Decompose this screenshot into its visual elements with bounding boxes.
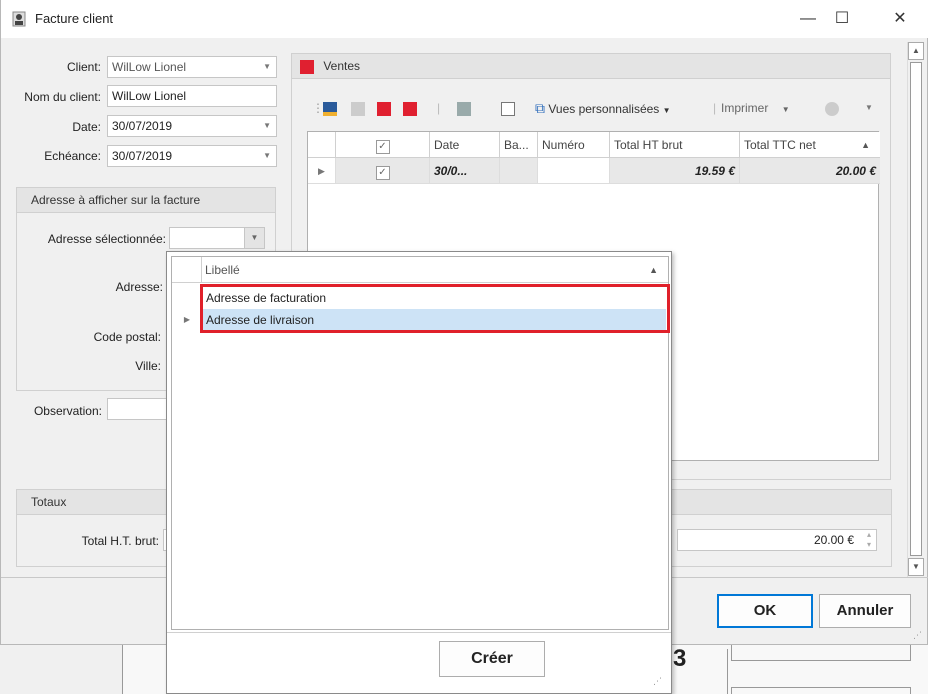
chevron-down-icon: ▼: [263, 121, 271, 130]
ville-label: Ville:: [135, 359, 161, 373]
bg-field: [731, 687, 911, 694]
adresse-select[interactable]: ▼: [169, 227, 265, 249]
chevron-down-icon: ▼: [263, 151, 271, 160]
resize-grip-icon[interactable]: ⋰: [653, 676, 662, 687]
client-select[interactable]: WilLow Lionel ▼: [107, 56, 277, 78]
shopping-bag-icon: [300, 59, 314, 74]
address-lookup-grid[interactable]: Libellé ▲ Adresse de facturation ▶ Adres…: [171, 256, 670, 630]
scroll-down-icon[interactable]: ▼: [908, 558, 924, 576]
spinner-icon[interactable]: ▴ ▾: [867, 530, 871, 550]
nom-client-label: Nom du client:: [24, 90, 101, 104]
row-indicator-icon: ▶: [183, 315, 191, 324]
bg-field: [731, 645, 911, 661]
date-label: Date:: [72, 120, 101, 134]
total-right-value: 20.00 €: [813, 533, 854, 547]
toolbar-overflow-icon[interactable]: ▼: [865, 97, 873, 119]
annuler-button[interactable]: Annuler: [819, 594, 911, 628]
vues-personnalisees-button[interactable]: ⧉ Vues personnalisées ▼: [535, 97, 671, 119]
row-numero[interactable]: [538, 158, 610, 184]
document-person-icon: [12, 11, 26, 27]
creer-button[interactable]: Créer: [439, 641, 545, 677]
adresse-selectionnee-label: Adresse sélectionnée:: [47, 232, 166, 246]
col-header-date[interactable]: Date: [430, 132, 500, 158]
adresse-label: Adresse:: [115, 280, 163, 294]
copy-views-icon: ⧉: [535, 100, 545, 116]
col-header-total-ttc[interactable]: Total TTC net ▲: [740, 132, 880, 158]
row-checkbox[interactable]: ✓: [336, 158, 430, 184]
observation-label: Observation:: [33, 404, 102, 418]
popup-indicator-header: [172, 257, 202, 283]
total-ttc-field[interactable]: 20.00 € ▴ ▾: [677, 529, 877, 551]
red-bag-icon[interactable]: [377, 97, 391, 119]
libelle-column-header[interactable]: Libellé ▲: [202, 257, 668, 283]
imprimer-button[interactable]: Imprimer ▼: [721, 97, 790, 119]
chevron-down-icon: ▼: [781, 105, 790, 114]
card-icon[interactable]: [323, 97, 337, 119]
maximize-button[interactable]: ☐: [819, 4, 865, 34]
nom-client-input[interactable]: WilLow Lionel: [107, 85, 277, 107]
person-doc-icon[interactable]: [351, 97, 365, 119]
echeance-picker[interactable]: 30/07/2019 ▼: [107, 145, 277, 167]
close-button[interactable]: ✕: [877, 4, 923, 34]
red-bag-add-icon[interactable]: [403, 97, 417, 119]
col-header-ba[interactable]: Ba...: [500, 132, 538, 158]
total-ttc-label: Total TTC net: [744, 138, 816, 152]
background-number: 3: [673, 645, 687, 672]
chevron-down-icon[interactable]: ▼: [244, 228, 264, 248]
address-group-header: Adresse à afficher sur la facture: [16, 187, 276, 213]
chevron-down-icon: ▼: [263, 62, 271, 71]
ventes-header: Ventes: [291, 53, 891, 79]
row-indicator-icon: ▶: [308, 158, 336, 184]
chevron-down-icon: ▼: [662, 106, 671, 115]
scroll-up-icon[interactable]: ▲: [908, 42, 924, 60]
resize-grip-icon[interactable]: ⋰: [913, 630, 922, 641]
echeance-label: Echéance:: [44, 149, 101, 163]
row-ba[interactable]: [500, 158, 538, 184]
total-ht-label: Total H.T. brut:: [81, 534, 159, 548]
toolbar-separator: |: [713, 101, 717, 115]
client-value: WilLow Lionel: [112, 60, 187, 74]
address-dropdown-popup[interactable]: Libellé ▲ Adresse de facturation ▶ Adres…: [166, 251, 672, 694]
row-date[interactable]: 30/0...: [430, 158, 500, 184]
highlight-box: [200, 284, 670, 333]
libelle-label: Libellé: [205, 263, 240, 277]
echeance-value: 30/07/2019: [112, 149, 173, 163]
sort-ascending-icon: ▲: [861, 140, 870, 150]
grid-indicator-header: [308, 132, 336, 158]
window-title: Facture client: [35, 11, 114, 26]
grid-select-all[interactable]: ✓: [336, 132, 430, 158]
date-picker[interactable]: 30/07/2019 ▼: [107, 115, 277, 137]
export-icon[interactable]: [501, 97, 515, 119]
checkbox-icon[interactable]: ✓: [375, 166, 390, 180]
calculator-icon[interactable]: [457, 97, 471, 119]
checkbox-icon[interactable]: ✓: [375, 140, 390, 154]
ventes-title: Ventes: [323, 59, 361, 73]
client-label: Client:: [66, 60, 101, 74]
title-bar: Facture client — ☐ ✕: [1, 0, 928, 38]
vertical-scrollbar[interactable]: ▲ ▼: [907, 42, 924, 578]
circle-action-icon[interactable]: [825, 97, 839, 119]
row-total-ttc[interactable]: 20.00 €: [740, 158, 880, 184]
toolbar-separator: |: [437, 101, 441, 115]
row-total-ht[interactable]: 19.59 €: [610, 158, 740, 184]
col-header-total-ht[interactable]: Total HT brut: [610, 132, 740, 158]
popup-divider: [167, 632, 671, 633]
imprimer-label: Imprimer: [721, 101, 769, 115]
vues-label: Vues personnalisées: [548, 102, 660, 116]
ok-button[interactable]: OK: [717, 594, 813, 628]
col-header-numero[interactable]: Numéro: [538, 132, 610, 158]
code-postal-label: Code postal:: [93, 330, 161, 344]
date-value: 30/07/2019: [112, 119, 173, 133]
sort-ascending-icon: ▲: [649, 265, 658, 275]
scrollbar-thumb[interactable]: [910, 62, 922, 556]
